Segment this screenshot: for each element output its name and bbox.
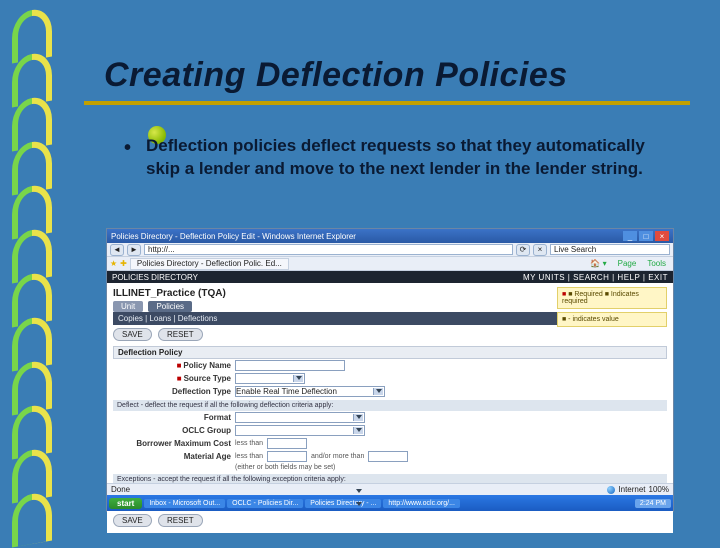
tip-required: ■ ■ Required ■ Indicates required (557, 287, 667, 309)
window-minimize-button[interactable]: _ (623, 231, 637, 241)
text-less-than-1: less than (235, 440, 263, 447)
save-button[interactable]: SAVE (113, 328, 152, 341)
status-bar: Done Internet 100% (107, 483, 673, 495)
hint-material-age: (either or both fields may be set) (235, 464, 335, 471)
label-source-type: ■Source Type (113, 374, 231, 383)
bullet-text: Deflection policies deflect requests so … (124, 135, 680, 181)
select-deflection-type[interactable]: Enable Real Time Deflection (235, 386, 385, 397)
browser-window: Policies Directory - Deflection Policy E… (106, 228, 674, 512)
tip-value: ■ - indicates value (557, 312, 667, 327)
label-borrower-max-cost: Borrower Maximum Cost (113, 439, 231, 448)
page-menu[interactable]: Page (614, 259, 641, 268)
reset-button-bottom[interactable]: RESET (158, 514, 203, 527)
search-box[interactable]: Live Search (550, 244, 670, 255)
slide-ribbon (12, 10, 52, 530)
label-oclc-group: OCLC Group (113, 426, 231, 435)
input-material-age-max[interactable] (368, 451, 408, 462)
select-oclc-group[interactable] (235, 425, 365, 436)
app-header: POLICIES DIRECTORY MY UNITS | SEARCH | H… (107, 271, 673, 283)
add-favorite-icon[interactable]: ✚ (120, 259, 127, 268)
window-title: Policies Directory - Deflection Policy E… (111, 232, 621, 241)
favorites-icon[interactable]: ★ (110, 259, 117, 268)
browser-tab[interactable]: Policies Directory - Deflection Polic. E… (130, 258, 289, 270)
note-deflect: Deflect - deflect the request if all the… (113, 400, 667, 411)
refresh-button[interactable]: ⟳ (516, 244, 530, 256)
task-3[interactable]: Policies Directory - ... (305, 499, 381, 508)
start-button[interactable]: start (109, 498, 142, 509)
status-zoom[interactable]: 100% (649, 485, 669, 494)
back-button[interactable]: ◄ (110, 244, 124, 256)
label-material-age: Material Age (113, 452, 231, 461)
window-titlebar: Policies Directory - Deflection Policy E… (107, 229, 673, 243)
input-borrower-max-cost[interactable] (267, 438, 307, 449)
label-deflection-type: Deflection Type (113, 387, 231, 396)
tools-menu[interactable]: Tools (643, 259, 670, 268)
input-material-age-min[interactable] (267, 451, 307, 462)
stop-button[interactable]: × (533, 244, 547, 256)
app-topright-links[interactable]: MY UNITS | SEARCH | HELP | EXIT (523, 273, 668, 282)
select-format[interactable] (235, 412, 365, 423)
search-placeholder: Live Search (554, 245, 596, 254)
window-maximize-button[interactable]: □ (639, 231, 653, 241)
status-zone: Internet (618, 485, 645, 494)
label-format: Format (113, 413, 231, 422)
task-2[interactable]: OCLC - Policies Dir... (227, 499, 303, 508)
home-menu[interactable]: 🏠 ▾ (586, 259, 610, 268)
slide-title: Creating Deflection Policies (84, 0, 720, 101)
sidebar-tips: ■ ■ Required ■ Indicates required ■ - in… (557, 287, 667, 330)
internet-zone-icon (607, 486, 615, 494)
window-close-button[interactable]: × (655, 231, 669, 241)
address-bar[interactable]: http://... (144, 244, 513, 255)
app-brand: POLICIES DIRECTORY (112, 273, 198, 282)
tab-row: ★ ✚ Policies Directory - Deflection Poli… (107, 257, 673, 271)
select-source-type[interactable] (235, 373, 305, 384)
address-bar-row: ◄ ► http://... ⟳ × Live Search (107, 243, 673, 257)
forward-button[interactable]: ► (127, 244, 141, 256)
save-button-bottom[interactable]: SAVE (113, 514, 152, 527)
label-policy-name: ■Policy Name (113, 361, 231, 370)
tab-policies[interactable]: Policies (148, 301, 192, 312)
system-tray-clock[interactable]: 2:24 PM (635, 499, 671, 508)
section-deflection-policy: Deflection Policy (113, 346, 667, 359)
task-1[interactable]: Inbox - Microsoft Out... (144, 499, 225, 508)
input-policy-name[interactable] (235, 360, 345, 371)
tab-unit[interactable]: Unit (113, 301, 143, 312)
task-4[interactable]: http://www.oclc.org/... (383, 499, 460, 508)
text-less-than-2: less than (235, 453, 263, 460)
status-done: Done (111, 485, 130, 494)
text-and-or-more: and/or more than (311, 453, 364, 460)
reset-button[interactable]: RESET (158, 328, 203, 341)
windows-taskbar: start Inbox - Microsoft Out... OCLC - Po… (107, 495, 673, 511)
